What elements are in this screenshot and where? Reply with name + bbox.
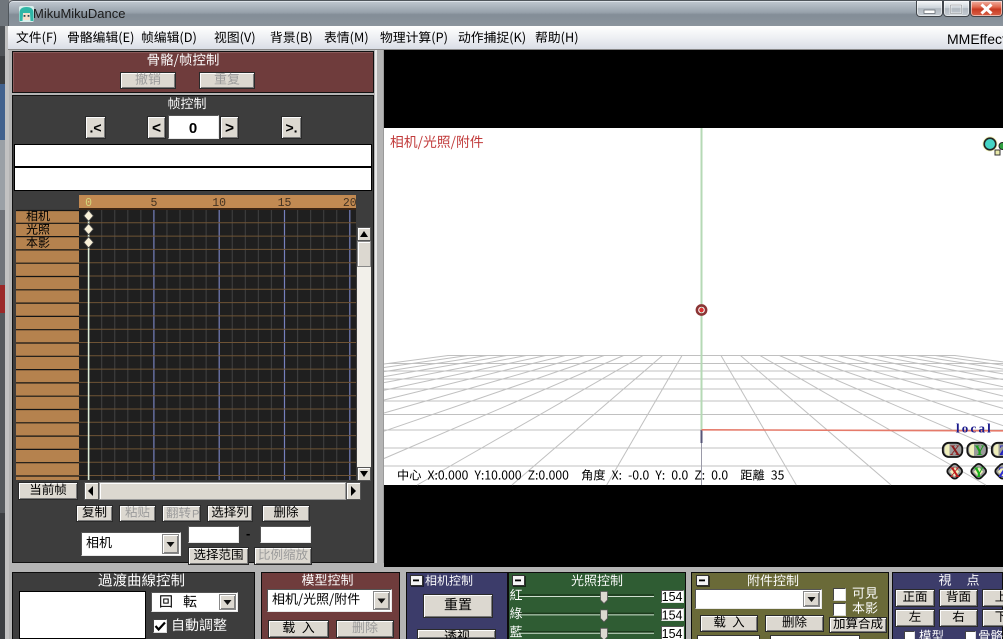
svg-text:MMEffect: MMEffect: [947, 31, 1003, 47]
svg-text:0: 0: [85, 197, 92, 210]
svg-text:>.: >.: [285, 120, 297, 136]
svg-text:Z: Z: [998, 465, 1003, 481]
svg-text:15: 15: [278, 197, 292, 210]
svg-text:local: local: [956, 421, 993, 436]
svg-text:<: <: [152, 120, 161, 137]
svg-text:P: P: [192, 509, 199, 521]
svg-text:X: X: [950, 465, 961, 481]
svg-text:MikuMikuDance: MikuMikuDance: [33, 6, 125, 21]
svg-text:154: 154: [662, 590, 683, 604]
svg-text:Y: Y: [974, 465, 985, 481]
svg-text:Y: Y: [974, 443, 985, 459]
svg-text:20: 20: [343, 197, 357, 210]
svg-text:154: 154: [662, 608, 683, 622]
svg-text:X: X: [950, 443, 961, 459]
svg-text:-: -: [246, 526, 250, 541]
svg-text:Z: Z: [999, 443, 1003, 459]
svg-text:.<: .<: [89, 120, 101, 136]
svg-text:154: 154: [662, 627, 683, 639]
svg-text:10: 10: [212, 197, 226, 210]
svg-text:>: >: [225, 120, 234, 137]
svg-text:5: 5: [150, 197, 157, 210]
svg-text:0: 0: [189, 120, 197, 137]
